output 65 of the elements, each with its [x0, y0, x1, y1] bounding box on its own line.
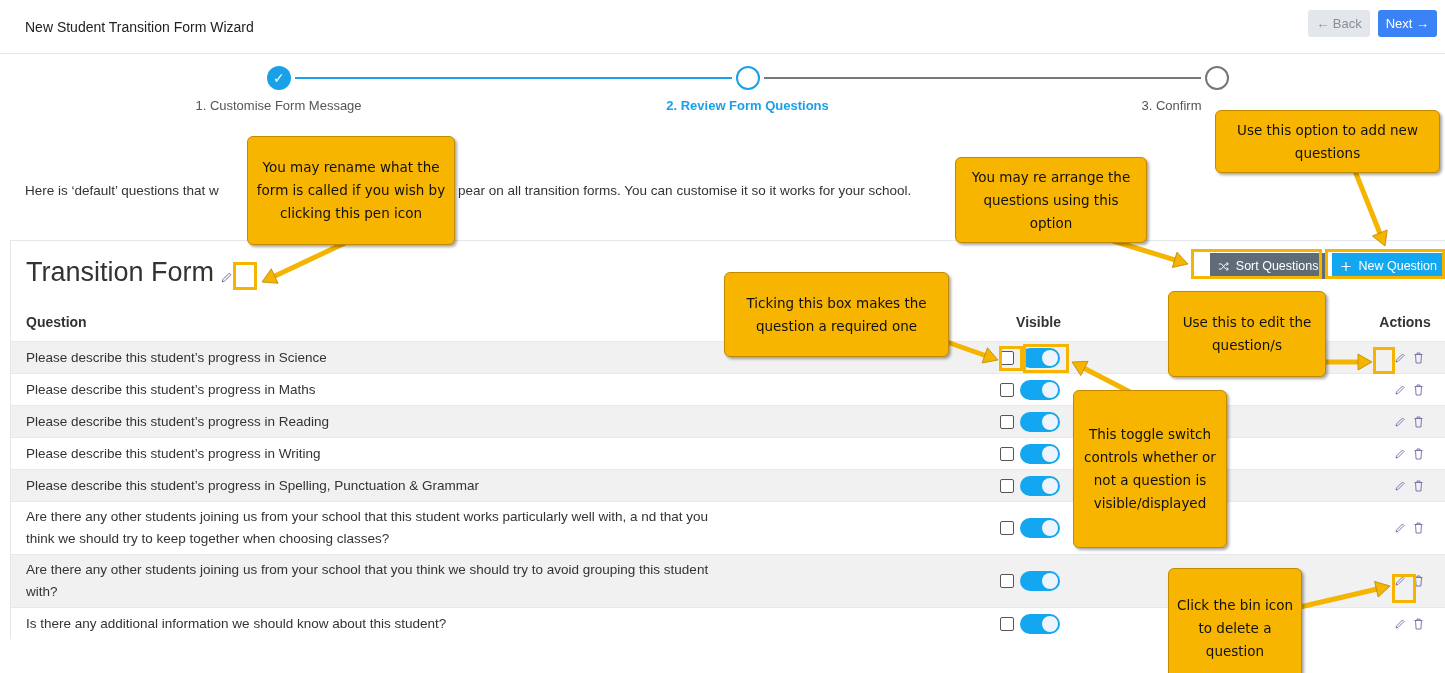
trash-icon[interactable]: [1413, 617, 1424, 630]
question-text: Please describe this student’s progress in Reading: [26, 412, 329, 431]
edit-icon[interactable]: [1394, 447, 1406, 460]
form-title: Transition Form: [26, 257, 215, 288]
plus-icon: [1340, 260, 1353, 272]
edit-icon[interactable]: [1394, 522, 1406, 534]
callout: Click the bin icon to delete a question: [1168, 568, 1302, 673]
visible-toggle[interactable]: [1020, 613, 1060, 634]
visible-toggle[interactable]: [1020, 475, 1060, 496]
visible-toggle[interactable]: [1020, 411, 1060, 432]
visible-toggle[interactable]: [1020, 571, 1060, 591]
step-circle: ✓: [266, 66, 291, 90]
callout: You may rename what the form is called if you wish by clicking this pen icon: [247, 136, 455, 245]
callout: You may re arrange the questions using this option: [955, 157, 1147, 243]
required-checkbox[interactable]: [1000, 521, 1014, 535]
column-header: Question: [25, 314, 87, 330]
window-title: New Student Transition Form Wizard: [25, 18, 254, 35]
callout-arrow: [946, 339, 999, 364]
question-text: Please describe this student’s progress in Spelling, Punctuation & Grammar: [26, 476, 479, 495]
shuffle-icon: [1217, 260, 1230, 272]
required-checkbox[interactable]: [1000, 446, 1014, 461]
trash-icon[interactable]: [1413, 415, 1424, 428]
step-label: 1. Customise Form Message: [195, 98, 362, 113]
highlight-frame: [1373, 347, 1395, 374]
required-checkbox[interactable]: [1000, 616, 1014, 631]
step-label: 2. Review Form Questions: [666, 98, 829, 113]
callout: Use this option to add new questions: [1215, 110, 1440, 173]
edit-icon[interactable]: [1394, 351, 1406, 364]
step-label: 3. Confirm: [1141, 98, 1203, 113]
highlight-frame: [1392, 574, 1416, 603]
visible-toggle[interactable]: [1020, 443, 1060, 464]
edit-icon[interactable]: [1394, 383, 1406, 396]
visible-toggle[interactable]: [1020, 379, 1060, 400]
column-header: Actions: [1379, 314, 1431, 330]
edit-icon[interactable]: [1394, 617, 1406, 630]
intro-text: Here is ‘default’ questions that w: [25, 183, 219, 198]
trash-icon[interactable]: [1413, 575, 1424, 587]
highlight-frame: [233, 262, 257, 290]
trash-icon[interactable]: [1413, 383, 1424, 396]
edit-icon[interactable]: [1394, 479, 1406, 492]
question-text: Is there any additional information we should know about this student?: [26, 614, 447, 633]
required-checkbox[interactable]: [1000, 478, 1014, 493]
question-text: Are there any other students joining us from your school that you think we should try to avoid grouping this student with?: [26, 561, 710, 601]
edit-icon[interactable]: [220, 271, 234, 284]
trash-icon[interactable]: [1413, 479, 1424, 492]
intro-text: pear on all transition forms. You can customise it so it works for your school.: [458, 183, 912, 200]
required-checkbox[interactable]: [1000, 414, 1014, 429]
question-text: Please describe this student’s progress in Writing: [26, 444, 321, 463]
edit-icon[interactable]: [1394, 575, 1406, 587]
column-header: Visible: [1016, 314, 1061, 330]
edit-icon[interactable]: [1394, 415, 1406, 428]
required-checkbox[interactable]: [1000, 382, 1014, 397]
trash-icon[interactable]: [1413, 351, 1424, 364]
question-text: Please describe this student’s progress in Maths: [26, 380, 316, 399]
callout-arrow: [1324, 353, 1373, 371]
question-text: Are there any other students joining us from your school that this student works particularly well with, a nd that you think we should try to keep together when choosing classes?: [26, 508, 710, 548]
trash-icon[interactable]: [1413, 447, 1424, 460]
trash-icon[interactable]: [1413, 522, 1424, 534]
question-text: Please describe this student’s progress in Science: [26, 348, 327, 367]
nav-button[interactable]: Next →: [1377, 10, 1437, 37]
callout: Use this to edit the question/s: [1168, 291, 1326, 377]
visible-toggle[interactable]: [1020, 518, 1060, 538]
required-checkbox[interactable]: [1000, 574, 1014, 588]
callout: Ticking this box makes the question a required one: [724, 272, 949, 357]
callout: This toggle switch controls whether or not a question is visible/displayed: [1073, 390, 1227, 548]
